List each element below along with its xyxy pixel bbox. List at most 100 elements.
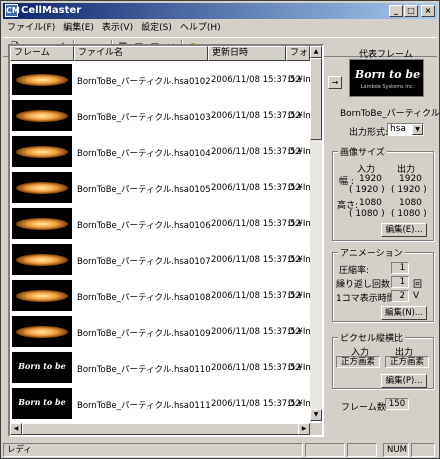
particle-glow — [16, 254, 68, 266]
table-row[interactable]: BornToBe_パーティクル.hsa0108 2006/11/08 15:37:… — [10, 278, 312, 314]
table-row[interactable]: BornToBe_パーティクル.hsa0105 2006/11/08 15:37:… — [10, 170, 312, 206]
frame-thumbnail — [12, 172, 72, 203]
status-panel — [411, 443, 435, 457]
chevron-down-icon[interactable]: ▼ — [412, 124, 423, 135]
particle-glow — [16, 290, 68, 302]
table-row[interactable]: BornToBe_パーティクル.hsa0107 2006/11/08 15:37:… — [10, 242, 312, 278]
frame-thumbnail — [12, 64, 72, 95]
table-row[interactable]: Born to be BornToBe_パーティクル.hsa0111 2006/11… — [10, 386, 312, 422]
table-row[interactable]: BornToBe_パーティクル.hsa0104 2006/11/08 15:37:… — [10, 134, 312, 170]
column-date[interactable]: 更新日時 — [208, 46, 286, 61]
menu-settings[interactable]: 設定(S) — [137, 20, 176, 36]
edit-size-button[interactable]: 編集(E)... — [381, 223, 427, 237]
scroll-down-icon[interactable]: ▼ — [310, 409, 322, 421]
close-button[interactable]: × — [421, 5, 435, 17]
scroll-corner — [310, 423, 322, 435]
row-folder: D:¥Image¥ — [288, 111, 312, 121]
menu-file[interactable]: ファイル(F) — [3, 20, 59, 36]
animation-title: アニメーション — [338, 246, 405, 259]
rep-frame-name: BornToBe_パーティクル.hsa — [340, 109, 440, 119]
particle-glow — [16, 74, 68, 86]
particle-glow — [16, 146, 68, 158]
pixel-in-value: 正方画素 — [336, 356, 380, 368]
scroll-thumb[interactable] — [310, 58, 322, 140]
row-filename: BornToBe_パーティクル.hsa0102 — [77, 77, 211, 87]
minimize-button[interactable]: _ — [389, 5, 403, 17]
repeat-unit: 回 — [413, 280, 423, 290]
list-header: フレーム ファイル名 更新日時 フォルダ — [10, 46, 322, 61]
row-folder: D:¥Image¥ — [288, 75, 312, 85]
animation-group: アニメーション 圧縮率: 1 繰り返し回数: 1 回 1コマ表示時間: 2 V … — [332, 246, 434, 322]
frame-thumbnail — [12, 136, 72, 167]
frame-thumbnail — [12, 100, 72, 131]
vertical-scrollbar[interactable]: ▲ ▼ — [310, 46, 322, 421]
edit-pixel-button[interactable]: 編集(P)... — [381, 374, 427, 388]
table-row[interactable]: BornToBe_パーティクル.hsa0106 2006/11/08 15:37:… — [10, 206, 312, 242]
set-rep-frame-button[interactable]: → — [328, 76, 342, 89]
column-filename[interactable]: ファイル名 — [74, 46, 208, 61]
output-format-select[interactable]: hsa ▼ — [387, 123, 424, 136]
frame-thumbnail — [12, 208, 72, 239]
horizontal-scrollbar[interactable]: ◀ ▶ — [10, 423, 310, 435]
row-date: 2006/11/08 15:37:52 — [211, 435, 301, 437]
row-filename: BornToBe_パーティクル.hsa0103 — [77, 113, 211, 123]
row-folder: D:¥Image¥ — [288, 363, 312, 373]
table-row[interactable]: BornToBe_パーティクル.hsa0103 2006/11/08 15:37:… — [10, 98, 312, 134]
height-out: 1080 — [399, 198, 422, 208]
window-title: CellMaster — [21, 5, 82, 16]
preview-title: Born to be — [354, 68, 421, 81]
frame-count-value: 150 — [385, 398, 409, 410]
status-bar: レディ NUM — [3, 442, 437, 458]
pixel-aspect-title: ピクセル縦横比 — [338, 331, 406, 344]
compress-value: 1 — [391, 262, 409, 274]
column-frame[interactable]: フレーム — [10, 46, 74, 61]
maximize-button[interactable]: □ — [404, 5, 418, 17]
pixel-out-value: 正方画素 — [385, 356, 429, 368]
row-filename: BornToBe_パーティクル.hsa0106 — [77, 221, 211, 231]
row-folder: D:¥Image¥ — [288, 219, 312, 229]
num-lock-indicator: NUM — [383, 443, 409, 457]
frame-time-value: 2 — [391, 290, 409, 302]
row-filename: BornToBe_パーティクル.hsa0109 — [77, 329, 211, 339]
frame-count-label: フレーム数: — [341, 403, 389, 413]
column-folder[interactable]: フォルダ — [286, 46, 310, 61]
frame-list[interactable]: フレーム ファイル名 更新日時 フォルダ BornToBe_パーティクル.hsa… — [8, 44, 324, 437]
edit-animation-button[interactable]: 編集(N)... — [381, 306, 427, 320]
output-format-label: 出力形式: — [349, 128, 389, 138]
pixel-aspect-group: ピクセル縦横比 入力 出力 正方画素 正方画素 編集(P)... — [332, 331, 434, 389]
row-folder: D:¥Image¥ — [288, 435, 312, 437]
compress-label: 圧縮率: — [339, 266, 370, 276]
menu-edit[interactable]: 編集(E) — [59, 20, 98, 36]
row-filename: BornToBe_パーティクル.hsa0112 — [77, 435, 211, 437]
main-window: CM CellMaster _ □ × ファイル(F) 編集(E) 表示(V) 設定(… — [0, 0, 440, 459]
height-in: 1080 — [359, 198, 382, 208]
row-folder: D:¥Image¥ — [288, 147, 312, 157]
particle-glow — [16, 326, 68, 338]
frame-thumbnail — [12, 244, 72, 275]
status-text: レディ — [3, 443, 303, 457]
image-size-title: 画像サイズ — [338, 145, 387, 158]
table-row[interactable]: BornToBe_パーティクル.hsa0102 2006/11/08 15:37:… — [10, 62, 312, 98]
frame-thumbnail: Born to be — [12, 388, 72, 419]
row-filename: BornToBe_パーティクル.hsa0108 — [77, 293, 211, 303]
repeat-label: 繰り返し回数: — [336, 280, 394, 290]
table-row[interactable]: Born to be BornToBe_パーティクル.hsa0110 2006/11… — [10, 350, 312, 386]
row-filename: BornToBe_パーティクル.hsa0105 — [77, 185, 211, 195]
menu-help[interactable]: ヘルプ(H) — [176, 20, 225, 36]
row-filename: BornToBe_パーティクル.hsa0110 — [77, 365, 211, 375]
menu-view[interactable]: 表示(V) — [98, 20, 137, 36]
width-out-original: ( 1920 ) — [391, 185, 427, 195]
width-in: 1920 — [359, 174, 382, 184]
width-in-original: ( 1920 ) — [349, 185, 385, 195]
scroll-left-icon[interactable]: ◀ — [10, 423, 22, 435]
frame-time-label: 1コマ表示時間: — [336, 294, 399, 304]
row-filename: BornToBe_パーティクル.hsa0107 — [77, 257, 211, 267]
frame-thumbnail — [12, 316, 72, 347]
frame-thumbnail — [12, 280, 72, 311]
row-folder: D:¥Image¥ — [288, 327, 312, 337]
scroll-right-icon[interactable]: ▶ — [298, 423, 310, 435]
table-row[interactable]: BornToBe_パーティクル.hsa0109 2006/11/08 15:37:… — [10, 314, 312, 350]
particle-glow — [16, 110, 68, 122]
horizontal-scroll-thumb[interactable] — [22, 423, 302, 435]
scroll-up-icon[interactable]: ▲ — [310, 46, 322, 58]
